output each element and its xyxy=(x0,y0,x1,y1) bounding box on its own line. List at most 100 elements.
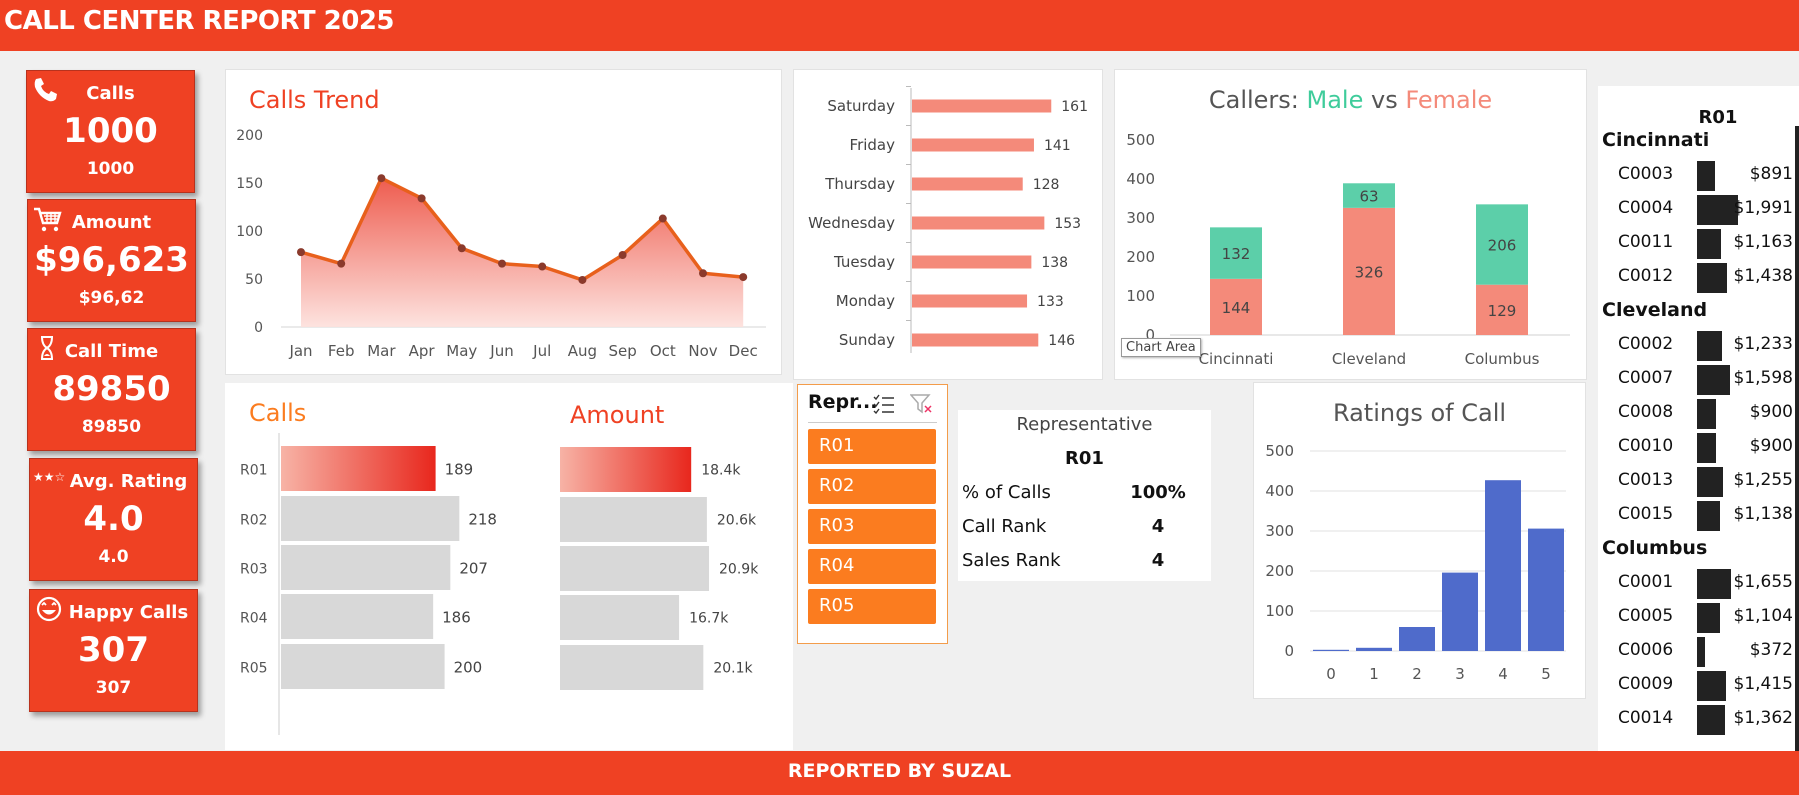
clear-filter-icon[interactable] xyxy=(910,393,934,415)
representative-slicer[interactable]: Repr... R01 R02 R03 R04 R05 xyxy=(797,384,948,644)
gender-x-tick: Cleveland xyxy=(1332,350,1406,368)
trend-x-tick: Jan xyxy=(288,342,312,360)
rep-table-region: Cincinnati xyxy=(1602,129,1710,151)
trend-point xyxy=(658,214,667,223)
header-bar: CALL CENTER REPORT 2025 xyxy=(0,0,1799,51)
rep-table-code: C0002 xyxy=(1618,334,1674,354)
slicer-item-r05[interactable]: R05 xyxy=(808,589,936,624)
rep-table-code: C0012 xyxy=(1618,266,1674,286)
rep-card-label: Call Rank xyxy=(962,516,1047,537)
kpi-call-time: Call Time 89850 89850 xyxy=(27,328,196,451)
rep-table-header: R01 xyxy=(1698,107,1738,128)
chart-area-tooltip: Chart Area xyxy=(1121,338,1201,357)
slicer-item-r02[interactable]: R02 xyxy=(808,469,936,504)
weekday-bar xyxy=(912,333,1039,347)
calls-trend-panel[interactable]: Calls Trend 0 50 100 150 200 Jan Feb Mar Apr May J… xyxy=(225,69,782,375)
multiselect-icon[interactable] xyxy=(873,394,895,414)
kpi-subvalue: 1000 xyxy=(86,159,135,179)
rep-table-code: C0001 xyxy=(1618,572,1674,592)
rep-table-code: C0009 xyxy=(1618,674,1674,694)
rep-amount-bar xyxy=(560,497,707,542)
trend-x-tick: Jul xyxy=(532,342,551,360)
rep-table-amount: $1,415 xyxy=(1733,674,1793,694)
rep-table: R01 Cincinnati C0003 $891 C0004 $1,991 C0011 $1… xyxy=(1598,86,1799,751)
rep-table-region: Columbus xyxy=(1602,537,1708,559)
weekday-label: Friday xyxy=(850,136,896,154)
trend-point xyxy=(377,174,386,183)
rep-table-databar xyxy=(1697,501,1720,531)
rep-table-amount: $372 xyxy=(1749,640,1793,660)
gender-y-tick: 100 xyxy=(1126,287,1155,305)
trend-point xyxy=(498,259,506,268)
report-title: CALL CENTER REPORT 2025 xyxy=(4,6,395,36)
kpi-label: Avg. Rating xyxy=(69,471,188,492)
gender-panel[interactable]: Callers: Male vs Female 0 100 200 300 400 500… xyxy=(1114,69,1587,380)
weekday-bar xyxy=(912,255,1032,269)
trend-y-tick: 200 xyxy=(236,128,263,144)
rep-card-rep: R01 xyxy=(1065,448,1104,469)
rep-bars-chart: R01 189 R02 218 R03 207 R04 186 R05 200 18.4k 20.6k… xyxy=(240,433,759,735)
kpi-label: Calls xyxy=(86,83,135,104)
slicer-item-r04[interactable]: R04 xyxy=(808,549,936,584)
ratings-y-tick: 300 xyxy=(1265,522,1294,540)
ratings-panel[interactable]: Ratings of Call 0 100 200 300 400 500 0 1 2 3 4 5 xyxy=(1253,382,1586,699)
rep-table-amount: $1,233 xyxy=(1733,334,1793,354)
weekday-label: Saturday xyxy=(827,97,895,115)
rep-calls-label: R03 xyxy=(240,562,268,578)
gender-x-tick: Cincinnati xyxy=(1199,350,1274,368)
rep-amount-value: 20.9k xyxy=(719,562,759,578)
ratings-x-tick: 3 xyxy=(1455,665,1465,683)
weekday-panel[interactable]: Saturday 161 Friday 141 Thursday 128 Wednesday… xyxy=(793,69,1103,380)
ratings-x-tick: 5 xyxy=(1541,665,1551,683)
rep-table-databar xyxy=(1697,637,1705,667)
rep-table-code: C0006 xyxy=(1618,640,1674,660)
kpi-value: $96,623 xyxy=(34,240,189,280)
slicer-item-r01[interactable]: R01 xyxy=(808,429,936,464)
rep-table-amount: $1,598 xyxy=(1733,368,1793,388)
kpi-happy-calls: Happy Calls 307 307 xyxy=(29,589,198,712)
rep-table-amount: $1,655 xyxy=(1733,572,1793,592)
rep-table-code: C0008 xyxy=(1618,402,1674,422)
trend-point xyxy=(457,244,466,253)
rep-calls-label: R05 xyxy=(240,661,268,677)
rep-card-value: 4 xyxy=(1151,550,1165,571)
trend-area xyxy=(301,178,744,327)
rep-table-code: C0005 xyxy=(1618,606,1674,626)
rep-table-code: C0003 xyxy=(1618,164,1674,184)
weekday-label: Sunday xyxy=(839,331,895,349)
trend-x-tick: Oct xyxy=(650,342,676,360)
rep-card-label: % of Calls xyxy=(962,482,1051,503)
kpi-subvalue: 307 xyxy=(95,678,132,698)
rep-table-amount: $1,104 xyxy=(1733,606,1793,626)
ratings-x-tick: 4 xyxy=(1498,665,1508,683)
rep-amount-value: 16.7k xyxy=(689,611,729,627)
rep-bars-panel[interactable]: Calls Amount R01 189 R02 218 R03 207 R04 186 R05… xyxy=(225,383,793,750)
calls-trend-chart: 0 50 100 150 200 Jan Feb Mar Apr May Jun Jul Aug Sep O… xyxy=(236,128,766,360)
gender-data-label: 206 xyxy=(1488,237,1517,255)
rep-table-code: C0014 xyxy=(1618,708,1674,728)
ratings-chart: 0 100 200 300 400 500 0 1 2 3 4 5 xyxy=(1265,442,1566,683)
trend-y-tick: 100 xyxy=(236,224,263,240)
rep-table-amount: $1,138 xyxy=(1733,504,1793,524)
rep-card-value: 4 xyxy=(1151,516,1165,537)
slicer-item-r03[interactable]: R03 xyxy=(808,509,936,544)
trend-x-tick: Feb xyxy=(328,342,355,360)
rep-table-code: C0004 xyxy=(1618,198,1674,218)
trend-point xyxy=(297,248,305,257)
rep-amount-bar xyxy=(560,546,710,591)
ratings-bar xyxy=(1313,649,1349,651)
trend-y-tick: 150 xyxy=(236,176,263,192)
trend-x-tick: Mar xyxy=(367,342,396,360)
kpi-subvalue: 89850 xyxy=(81,417,142,437)
weekday-chart: Saturday 161 Friday 141 Thursday 128 Wednesday… xyxy=(808,86,1088,353)
kpi-avg-rating: ★★☆ Avg. Rating 4.0 4.0 xyxy=(29,458,198,581)
rep-table-databar xyxy=(1697,161,1715,191)
trend-x-tick: Sep xyxy=(608,342,636,360)
trend-y-tick: 50 xyxy=(245,272,263,288)
weekday-bar xyxy=(912,177,1023,191)
weekday-bar xyxy=(912,216,1045,230)
rep-table-amount: $1,438 xyxy=(1733,266,1793,286)
rep-table-amount: $900 xyxy=(1749,436,1793,456)
gender-data-label: 132 xyxy=(1222,245,1251,263)
trend-y-tick: 0 xyxy=(254,320,263,336)
